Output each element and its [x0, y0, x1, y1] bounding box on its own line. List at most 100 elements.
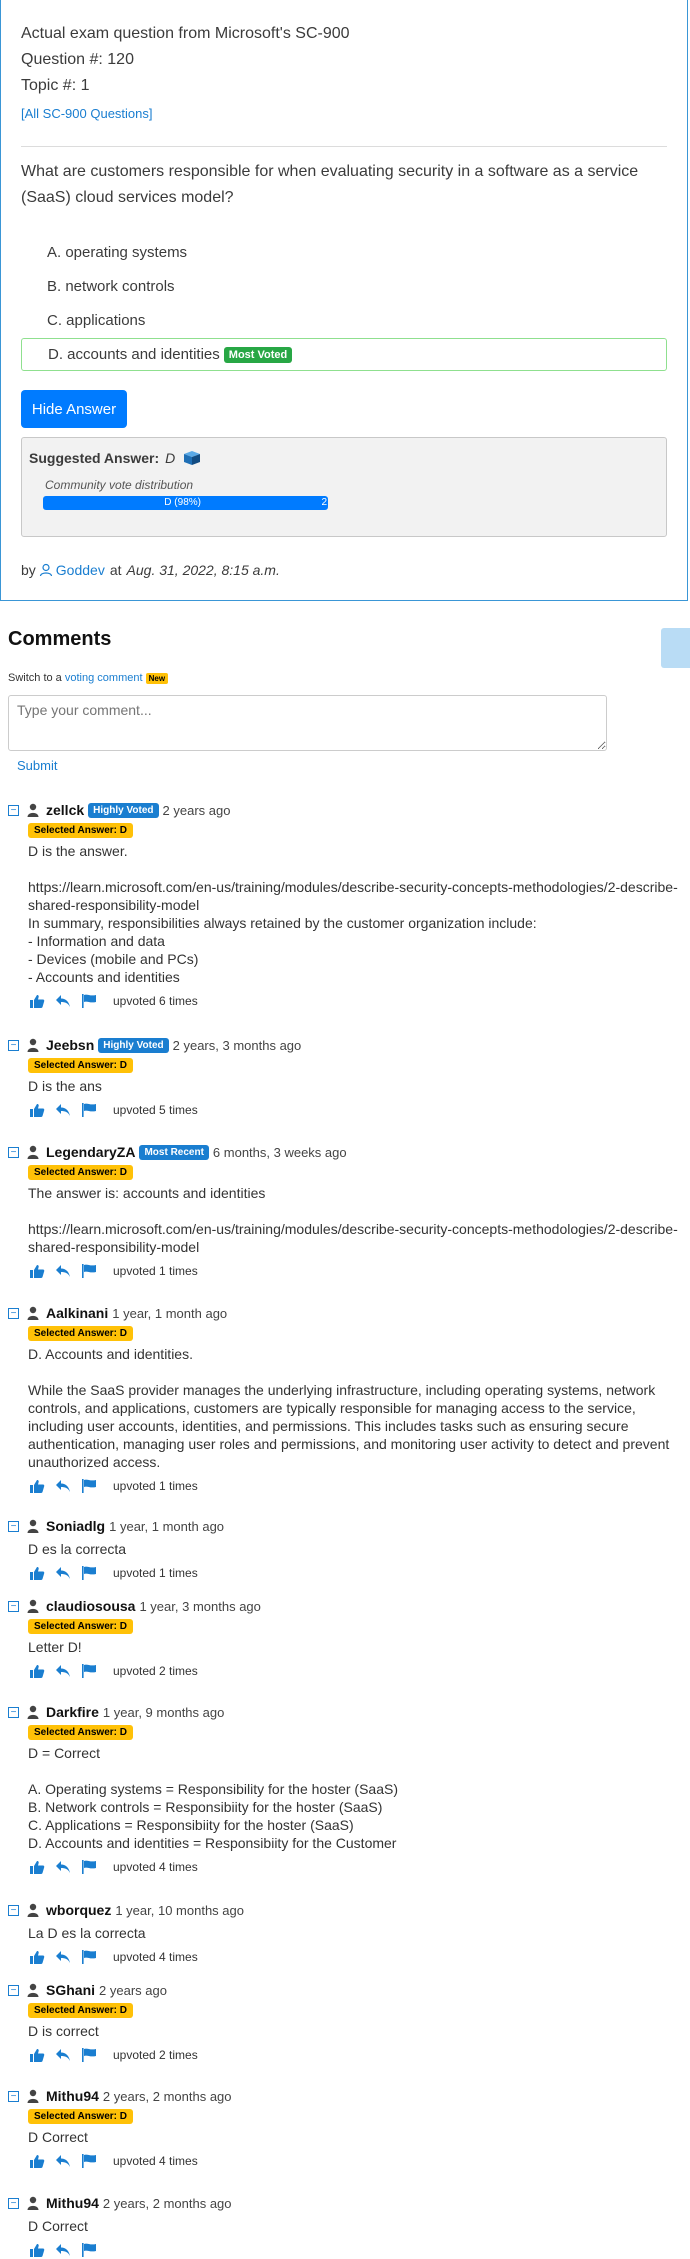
comment-item: − Jeebsn Highly Voted 2 years, 3 months ago… — [8, 1035, 678, 1119]
choice-b[interactable]: B. network controls — [21, 270, 667, 302]
selected-answer-badge: Selected Answer: D — [28, 1326, 133, 1341]
suggested-answer-label: Suggested Answer: — [29, 450, 160, 466]
flag-icon[interactable] — [81, 1950, 97, 1964]
reply-icon[interactable] — [55, 2048, 71, 2062]
reply-icon[interactable] — [55, 2243, 71, 2257]
comment-username[interactable]: claudiosousa — [46, 1598, 135, 1614]
collapse-icon[interactable]: − — [8, 1984, 19, 1996]
upvote-count: upvoted 2 times — [113, 2048, 198, 2062]
reply-icon[interactable] — [55, 1860, 71, 1874]
comment-username[interactable]: Mithu94 — [46, 2088, 99, 2104]
comment-actions: upvoted 4 times — [29, 2152, 678, 2170]
comment-input[interactable] — [8, 695, 607, 751]
reply-icon[interactable] — [55, 1103, 71, 1117]
flag-icon[interactable] — [81, 994, 97, 1008]
comment-username[interactable]: Aalkinani — [46, 1305, 108, 1321]
choice-label: A. operating systems — [47, 243, 188, 261]
hide-answer-button[interactable]: Hide Answer — [21, 390, 127, 428]
comment-time: 1 year, 1 month ago — [112, 1305, 228, 1321]
comment-username[interactable]: wborquez — [46, 1902, 111, 1918]
collapse-icon[interactable]: − — [8, 2197, 19, 2209]
reply-icon[interactable] — [55, 1664, 71, 1678]
comment-item: − zellck Highly Voted 2 years ago Selected A… — [8, 800, 678, 1010]
comment-username[interactable]: SGhani — [46, 1982, 95, 1998]
reply-icon[interactable] — [55, 1566, 71, 1580]
thumbs-up-icon[interactable] — [29, 2048, 45, 2062]
vote-distribution-label: Community vote distribution — [45, 478, 194, 492]
flag-icon[interactable] — [81, 1566, 97, 1580]
thumbs-up-icon[interactable] — [29, 1664, 45, 1678]
collapse-icon[interactable]: − — [8, 1904, 19, 1916]
comment-text: The answer is: accounts and identities h… — [28, 1185, 678, 1255]
thumbs-up-icon[interactable] — [29, 1103, 45, 1117]
author-link[interactable]: Goddev — [39, 562, 105, 578]
collapse-icon[interactable]: − — [8, 1520, 19, 1532]
flag-icon[interactable] — [81, 1664, 97, 1678]
comment-actions: upvoted 2 times — [29, 1662, 678, 1680]
comment-username[interactable]: Jeebsn — [46, 1037, 94, 1053]
reply-icon[interactable] — [55, 1950, 71, 1964]
thumbs-up-icon[interactable] — [29, 1566, 45, 1580]
thumbs-up-icon[interactable] — [29, 1950, 45, 1964]
flag-icon[interactable] — [81, 1103, 97, 1117]
thumbs-up-icon[interactable] — [29, 2243, 45, 2257]
flag-icon[interactable] — [81, 1264, 97, 1278]
comment-username[interactable]: Mithu94 — [46, 2195, 99, 2211]
vote-bar-remainder: 2 — [321, 497, 327, 508]
question-card: Actual exam question from Microsoft's SC… — [0, 0, 688, 601]
selected-answer-badge: Selected Answer: D — [28, 2003, 133, 2018]
choice-d[interactable]: D. accounts and identities Most Voted — [21, 338, 667, 371]
reply-icon[interactable] — [55, 1479, 71, 1493]
upvote-count: upvoted 4 times — [113, 1950, 198, 1964]
user-icon — [39, 563, 52, 577]
person-icon — [27, 1983, 39, 1997]
flag-icon[interactable] — [81, 1479, 97, 1493]
collapse-icon[interactable]: − — [8, 1307, 19, 1319]
switch-voting: Switch to a voting comment New — [8, 672, 169, 684]
reply-icon[interactable] — [55, 2154, 71, 2168]
reply-icon[interactable] — [55, 994, 71, 1008]
thumbs-up-icon[interactable] — [29, 2154, 45, 2168]
choice-c[interactable]: C. applications — [21, 304, 667, 336]
comment-username[interactable]: Darkfire — [46, 1704, 99, 1720]
choice-a[interactable]: A. operating systems — [21, 236, 667, 268]
comment-username[interactable]: LegendaryZA — [46, 1144, 135, 1160]
submit-button[interactable]: Submit — [17, 758, 57, 773]
switch-prefix: Switch to a — [8, 672, 62, 684]
person-icon — [27, 1519, 39, 1533]
upvote-count: upvoted 4 times — [113, 2154, 198, 2168]
collapse-icon[interactable]: − — [8, 1146, 19, 1158]
by-text: by — [21, 562, 36, 578]
scroll-top-button[interactable] — [661, 628, 690, 668]
comment-username[interactable]: zellck — [46, 802, 84, 818]
comment-badge: Highly Voted — [88, 802, 159, 818]
flag-icon[interactable] — [81, 2154, 97, 2168]
person-icon — [27, 1038, 39, 1052]
comment-actions: upvoted 2 times — [29, 2046, 678, 2064]
flag-icon[interactable] — [81, 2048, 97, 2062]
comment-time: 2 years ago — [162, 802, 231, 818]
collapse-icon[interactable]: − — [8, 1039, 19, 1051]
question-text: What are customers responsible for when … — [21, 163, 639, 206]
thumbs-up-icon[interactable] — [29, 994, 45, 1008]
collapse-icon[interactable]: − — [8, 2090, 19, 2102]
comment-time: 1 year, 1 month ago — [109, 1518, 225, 1534]
thumbs-up-icon[interactable] — [29, 1860, 45, 1874]
reply-icon[interactable] — [55, 1264, 71, 1278]
selected-answer-badge: Selected Answer: D — [28, 2109, 133, 2124]
collapse-icon[interactable]: − — [8, 1706, 19, 1718]
collapse-icon[interactable]: − — [8, 804, 19, 816]
comment-actions: upvoted 4 times — [29, 1948, 678, 1966]
voting-comment-link[interactable]: voting comment — [65, 672, 143, 684]
selected-answer-badge: Selected Answer: D — [28, 1725, 133, 1740]
flag-icon[interactable] — [81, 1860, 97, 1874]
person-icon — [27, 1903, 39, 1917]
comment-item: − LegendaryZA Most Recent 6 months, 3 weeks… — [8, 1142, 678, 1280]
all-questions-link[interactable]: [All SC-900 Questions] — [21, 101, 667, 127]
thumbs-up-icon[interactable] — [29, 1264, 45, 1278]
flag-icon[interactable] — [81, 2243, 97, 2257]
collapse-icon[interactable]: − — [8, 1600, 19, 1612]
thumbs-up-icon[interactable] — [29, 1479, 45, 1493]
comment-username[interactable]: Soniadlg — [46, 1518, 105, 1534]
comment-time: 2 years, 3 months ago — [172, 1037, 302, 1053]
